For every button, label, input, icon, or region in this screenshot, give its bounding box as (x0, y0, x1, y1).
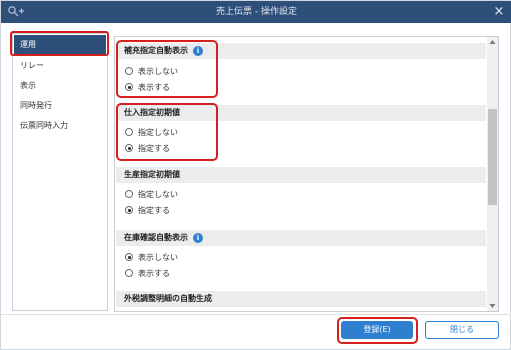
radio-production-specified[interactable]: 指定する (125, 204, 170, 218)
radio-button[interactable] (125, 253, 133, 261)
radio-label: 指定しない (138, 190, 178, 199)
sidebar-item-simultaneous-issue[interactable]: 同時発行 (14, 96, 106, 116)
close-icon[interactable]: × (490, 3, 508, 21)
section-header-tax-adjust-auto: 外税調整明細の自動生成 (116, 291, 486, 307)
sidebar-item-display[interactable]: 表示 (14, 76, 106, 96)
settings-dialog: 売上伝票 - 操作設定 × 運用 リレー 表示 同時発行 伝票同時入力 補充指定… (0, 0, 511, 350)
purchase-highlight-annotation (116, 103, 218, 161)
scroll-down-arrow-icon[interactable] (487, 301, 498, 311)
sidebar-highlight-annotation (10, 31, 109, 56)
radio-stock-hide[interactable]: 表示しない (125, 251, 178, 265)
section-header-production-default: 生産指定初期値 (116, 167, 486, 183)
register-button[interactable]: 登録(E) (341, 321, 413, 339)
window-title: 売上伝票 - 操作設定 (216, 7, 297, 17)
radio-button[interactable] (125, 269, 133, 277)
scroll-thumb[interactable] (488, 109, 497, 205)
radio-button[interactable] (125, 190, 133, 198)
section-title: 在庫確認自動表示 (124, 233, 188, 242)
sidebar-item-simultaneous-slip-input[interactable]: 伝票同時入力 (14, 116, 106, 136)
section-title: 外税調整明細の自動生成 (124, 294, 212, 303)
radio-stock-show[interactable]: 表示する (125, 267, 170, 281)
sidebar-item-relay[interactable]: リレー (14, 56, 106, 76)
footer-divider (1, 314, 511, 315)
section-header-stock-check-display: 在庫確認自動表示 i (116, 230, 486, 246)
scroll-up-arrow-icon[interactable] (487, 37, 498, 47)
info-icon[interactable]: i (193, 232, 203, 243)
section-title: 生産指定初期値 (124, 170, 180, 179)
title-bar: 売上伝票 - 操作設定 × (1, 1, 511, 23)
close-button[interactable]: 閉じる (425, 321, 499, 339)
radio-label: 表示しない (138, 253, 178, 262)
radio-button[interactable] (125, 206, 133, 214)
settings-sidebar: 運用 リレー 表示 同時発行 伝票同時入力 (12, 33, 108, 311)
radio-label: 指定する (138, 206, 170, 215)
radio-production-not-specified[interactable]: 指定しない (125, 188, 178, 202)
replenish-highlight-annotation (116, 40, 218, 98)
radio-label: 表示する (138, 269, 170, 278)
content-scrollbar[interactable] (487, 37, 498, 311)
